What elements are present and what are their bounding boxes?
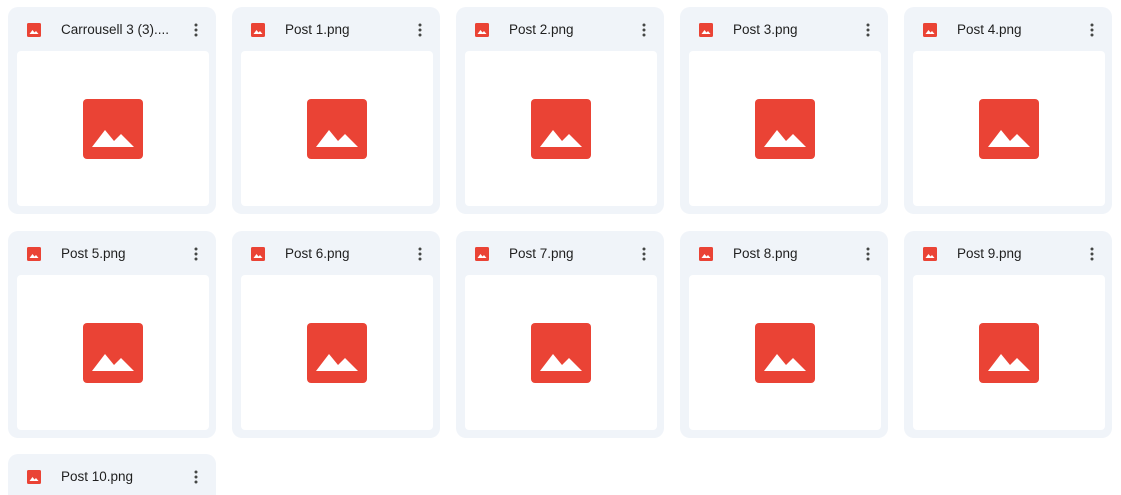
file-grid: Carrousell 3 (3).... Post 1.png Post 2.p… <box>0 0 1121 495</box>
image-placeholder-icon <box>83 99 143 159</box>
more-vert-icon <box>418 247 422 261</box>
image-icon <box>27 470 41 484</box>
file-thumbnail[interactable] <box>913 51 1105 206</box>
file-card[interactable]: Post 3.png <box>680 7 888 214</box>
file-card[interactable]: Post 8.png <box>680 231 888 438</box>
image-icon <box>251 247 265 261</box>
file-thumbnail[interactable] <box>17 275 209 430</box>
more-vert-icon <box>194 470 198 484</box>
file-thumbnail[interactable] <box>17 51 209 206</box>
file-card-header[interactable]: Post 5.png <box>8 231 216 275</box>
more-vert-icon <box>866 247 870 261</box>
image-icon <box>27 23 41 37</box>
file-name: Post 3.png <box>733 22 798 37</box>
file-name: Post 1.png <box>285 22 350 37</box>
file-card-header[interactable]: Carrousell 3 (3).... <box>8 7 216 51</box>
file-card-header[interactable]: Post 6.png <box>232 231 440 275</box>
file-name: Post 5.png <box>61 246 126 261</box>
more-vert-icon <box>194 247 198 261</box>
image-placeholder-icon <box>979 99 1039 159</box>
file-card-header[interactable]: Post 7.png <box>456 231 664 275</box>
image-placeholder-icon <box>83 323 143 383</box>
more-options-button[interactable] <box>856 242 880 266</box>
file-name: Post 8.png <box>733 246 798 261</box>
file-card-header[interactable]: Post 8.png <box>680 231 888 275</box>
file-card[interactable]: Post 9.png <box>904 231 1112 438</box>
more-options-button[interactable] <box>856 18 880 42</box>
file-name: Post 10.png <box>61 469 134 484</box>
more-options-button[interactable] <box>408 242 432 266</box>
file-card-header[interactable]: Post 2.png <box>456 7 664 51</box>
file-card-header[interactable]: Post 3.png <box>680 7 888 51</box>
file-card[interactable]: Post 2.png <box>456 7 664 214</box>
file-card-header[interactable]: Post 10.png <box>8 454 216 495</box>
image-placeholder-icon <box>531 323 591 383</box>
more-vert-icon <box>642 247 646 261</box>
image-placeholder-icon <box>307 323 367 383</box>
file-card[interactable]: Post 6.png <box>232 231 440 438</box>
file-card[interactable]: Carrousell 3 (3).... <box>8 7 216 214</box>
more-options-button[interactable] <box>184 465 208 489</box>
more-options-button[interactable] <box>408 18 432 42</box>
file-card[interactable]: Post 5.png <box>8 231 216 438</box>
file-name: Post 2.png <box>509 22 574 37</box>
more-options-button[interactable] <box>184 242 208 266</box>
file-thumbnail[interactable] <box>465 275 657 430</box>
image-icon <box>475 247 489 261</box>
more-vert-icon <box>1090 23 1094 37</box>
image-icon <box>923 23 937 37</box>
more-options-button[interactable] <box>1080 18 1104 42</box>
file-card-header[interactable]: Post 1.png <box>232 7 440 51</box>
file-card[interactable]: Post 1.png <box>232 7 440 214</box>
image-icon <box>699 247 713 261</box>
more-options-button[interactable] <box>632 242 656 266</box>
image-placeholder-icon <box>755 323 815 383</box>
file-thumbnail[interactable] <box>465 51 657 206</box>
more-vert-icon <box>642 23 646 37</box>
file-name: Post 4.png <box>957 22 1022 37</box>
image-icon <box>699 23 713 37</box>
more-vert-icon <box>866 23 870 37</box>
file-name: Carrousell 3 (3).... <box>61 22 170 37</box>
image-icon <box>251 23 265 37</box>
more-options-button[interactable] <box>184 18 208 42</box>
file-card[interactable]: Post 4.png <box>904 7 1112 214</box>
image-placeholder-icon <box>979 323 1039 383</box>
file-card[interactable]: Post 10.png <box>8 454 216 495</box>
file-thumbnail[interactable] <box>241 275 433 430</box>
file-thumbnail[interactable] <box>689 51 881 206</box>
more-options-button[interactable] <box>632 18 656 42</box>
more-vert-icon <box>194 23 198 37</box>
file-name: Post 7.png <box>509 246 574 261</box>
image-icon <box>475 23 489 37</box>
more-vert-icon <box>1090 247 1094 261</box>
file-thumbnail[interactable] <box>913 275 1105 430</box>
file-card-header[interactable]: Post 9.png <box>904 231 1112 275</box>
file-name: Post 6.png <box>285 246 350 261</box>
file-card-header[interactable]: Post 4.png <box>904 7 1112 51</box>
file-thumbnail[interactable] <box>689 275 881 430</box>
file-card[interactable]: Post 7.png <box>456 231 664 438</box>
file-name: Post 9.png <box>957 246 1022 261</box>
image-placeholder-icon <box>531 99 591 159</box>
image-icon <box>27 247 41 261</box>
more-options-button[interactable] <box>1080 242 1104 266</box>
image-placeholder-icon <box>755 99 815 159</box>
image-placeholder-icon <box>307 99 367 159</box>
more-vert-icon <box>418 23 422 37</box>
file-thumbnail[interactable] <box>241 51 433 206</box>
image-icon <box>923 247 937 261</box>
